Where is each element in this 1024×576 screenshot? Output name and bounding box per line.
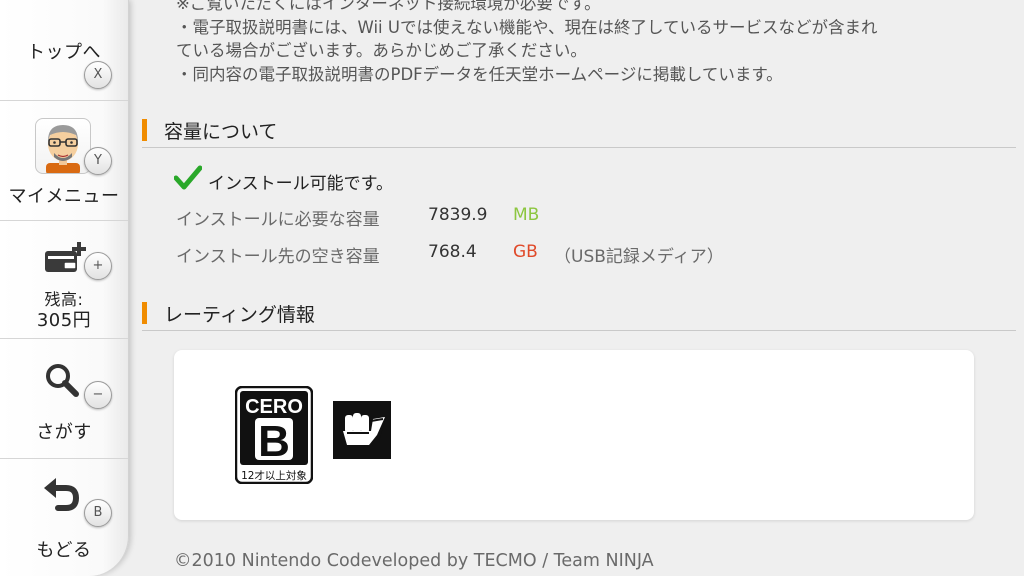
copyright-text: ©2010 Nintendo Codeveloped by TECMO / Te…: [174, 551, 654, 571]
checkmark-icon: [173, 165, 203, 196]
note-line-3: ている場合がございます。あらかじめご了承ください。: [176, 41, 587, 60]
back-arrow-icon: [42, 476, 80, 516]
cero-grade: B: [258, 417, 290, 466]
search-label: さがす: [36, 422, 92, 443]
sidebar: トップへ X マイメニュー Y 残高: 305円 + さがす − もどる B: [0, 0, 129, 576]
capacity-title: 容量について: [164, 121, 278, 143]
minus-button-badge: −: [84, 381, 112, 409]
my-menu-label: マイメニュー: [8, 186, 120, 207]
note-line-2: ・電子取扱説明書には、Wii Uでは使えない機能や、現在は終了しているサービスな…: [176, 17, 878, 37]
top-label: トップへ: [27, 42, 101, 63]
wallet-add-icon: [44, 242, 88, 278]
cero-b-rating-icon: CERO B 12才以上対象: [234, 385, 314, 488]
required-capacity-value: 7839.9: [428, 205, 488, 225]
install-status-text: インストール可能です。: [208, 174, 393, 194]
plus-button-badge: +: [84, 252, 112, 280]
note-line-4: ・同内容の電子取扱説明書のPDFデータを任天堂ホームページに掲載しています。: [176, 64, 783, 84]
free-capacity-unit: GB: [513, 242, 538, 262]
manual-notes: ※ご覧いただくにはインターネット接続環境が必要です。 ・電子取扱説明書には、Wi…: [176, 0, 1016, 86]
x-button-badge: X: [84, 61, 112, 89]
section-accent-bar: [142, 302, 147, 324]
required-capacity-unit: MB: [513, 205, 540, 225]
y-button-badge: Y: [84, 147, 112, 175]
top-button[interactable]: トップへ X: [0, 0, 128, 101]
capacity-section-header: 容量について: [142, 115, 1016, 148]
free-capacity-label: インストール先の空き容量: [176, 247, 380, 267]
violence-fist-icon: [333, 401, 391, 463]
rating-title: レーティング情報: [164, 304, 315, 326]
rating-panel: CERO B 12才以上対象: [174, 350, 974, 520]
note-line-1: ※ご覧いただくにはインターネット接続環境が必要です。: [176, 0, 601, 13]
balance-button[interactable]: 残高: 305円: [0, 220, 128, 339]
required-capacity-label: インストールに必要な容量: [176, 210, 380, 230]
balance-amount: 305円: [36, 310, 92, 331]
free-capacity-value: 768.4: [428, 242, 477, 262]
cero-label: CERO: [245, 396, 303, 418]
cero-age-text: 12才以上対象: [241, 469, 307, 482]
mii-avatar: [35, 118, 91, 174]
storage-media-note: （USB記録メディア）: [554, 247, 724, 267]
b-button-badge: B: [84, 499, 112, 527]
rating-section-header: レーティング情報: [142, 298, 1016, 331]
back-label: もどる: [36, 540, 92, 561]
section-accent-bar: [142, 119, 147, 141]
search-icon: [44, 362, 80, 402]
main-content: ※ご覧いただくにはインターネット接続環境が必要です。 ・電子取扱説明書には、Wi…: [128, 0, 1024, 576]
